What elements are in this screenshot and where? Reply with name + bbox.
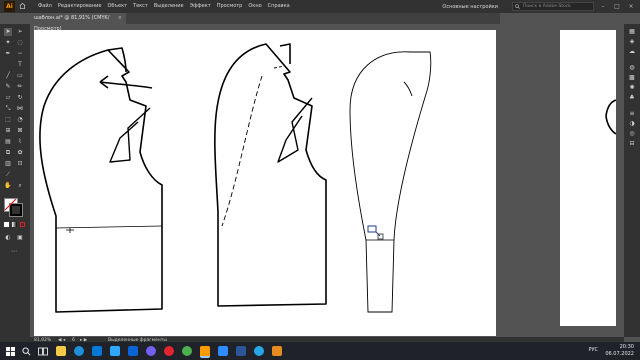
layers-icon[interactable]: ◈ <box>628 38 636 46</box>
language-indicator[interactable]: РУС <box>588 347 598 353</box>
file-explorer-icon[interactable] <box>56 346 66 356</box>
chrome-icon[interactable] <box>182 346 192 356</box>
brushes-icon[interactable]: ✺ <box>628 84 636 92</box>
perspective-grid-icon[interactable]: ⊞ <box>4 127 12 135</box>
pattern-piece-front <box>39 47 163 313</box>
search-icon[interactable] <box>22 347 31 356</box>
tools-panel: ➤ ➢ ✦ ◌ ✒ ∽ T ╱ ▭ ✎ ✏ ▱ ↻ ⤡ ⋈ ⬚ ◔ ⊞ ⊠ ▤ … <box>0 24 30 337</box>
taskbar-clock[interactable]: 20:30 06.07.2022 <box>605 344 634 358</box>
photoshop-icon[interactable] <box>110 346 120 356</box>
artboard[interactable] <box>34 30 496 336</box>
stock-search-input[interactable]: Поиск в Adobe Stock <box>512 2 594 11</box>
stroke-panel-icon[interactable]: ≡ <box>628 110 636 118</box>
viber-icon[interactable] <box>146 346 156 356</box>
tab-close-icon[interactable]: × <box>118 13 122 24</box>
slice-tool-icon[interactable]: ⟋ <box>4 171 12 179</box>
artboard-tool-icon[interactable]: ⊡ <box>16 160 24 168</box>
magic-wand-icon[interactable]: ✦ <box>4 39 12 47</box>
screen-mode-icon[interactable]: ▣ <box>16 234 24 242</box>
pen-tool-icon[interactable]: ✒ <box>4 50 12 58</box>
pattern-piece-partial <box>605 99 616 135</box>
type-tool-icon[interactable]: T <box>16 61 24 69</box>
edit-toolbar-icon[interactable]: ⋯ <box>10 248 18 256</box>
media-icon[interactable] <box>272 346 282 356</box>
paintbrush-icon[interactable]: ✎ <box>4 83 12 91</box>
color-panel-icon[interactable]: ◍ <box>628 64 636 72</box>
mesh-tool-icon[interactable]: ⊠ <box>16 127 24 135</box>
none-mode-icon[interactable] <box>20 222 25 227</box>
collapsed-panels: ▦ ◈ ☁ ◍ ▩ ✺ ♣ ≡ ◑ ◎ ⊟ <box>624 24 640 337</box>
menu-object[interactable]: Объект <box>107 0 127 13</box>
search-placeholder: Поиск в Adobe Stock <box>523 4 571 9</box>
eyedropper-icon[interactable]: ⌇ <box>16 138 24 146</box>
opera-icon[interactable] <box>164 346 174 356</box>
word-icon[interactable] <box>236 346 246 356</box>
width-tool-icon[interactable]: ⋈ <box>16 105 24 113</box>
clock-time: 20:30 <box>619 344 634 350</box>
menu-view[interactable]: Просмотр <box>217 0 243 13</box>
menu-effect[interactable]: Эффект <box>190 0 211 13</box>
draw-mode-icon[interactable]: ◐ <box>4 234 12 242</box>
menu-help[interactable]: Справка <box>268 0 290 13</box>
line-tool-icon[interactable]: ╱ <box>4 72 12 80</box>
home-icon[interactable] <box>19 3 26 9</box>
eraser-icon[interactable]: ▱ <box>4 94 12 102</box>
cursor-scale-icon <box>367 225 384 240</box>
appearance-icon[interactable]: ◎ <box>628 130 636 138</box>
task-view-icon[interactable] <box>38 347 48 356</box>
menu-bar: Ai Файл Редактирование Объект Текст Выде… <box>0 0 640 13</box>
menu-edit[interactable]: Редактирование <box>58 0 102 13</box>
pattern-drawings <box>39 43 432 313</box>
document-tab[interactable]: шаблон.ai* @ 81,91% (CMYK/Просмотр) × <box>30 13 126 32</box>
hand-tool-icon[interactable]: ✋ <box>4 182 12 190</box>
zoom-icon[interactable] <box>218 346 228 356</box>
rectangle-tool-icon[interactable]: ▭ <box>16 72 24 80</box>
graph-tool-icon[interactable]: ▥ <box>4 160 12 168</box>
document-tab-bar: шаблон.ai* @ 81,91% (CMYK/Просмотр) × <box>30 13 500 32</box>
free-transform-icon[interactable]: ⬚ <box>4 116 12 124</box>
search-icon <box>515 4 520 9</box>
pattern-piece-sleeve <box>349 51 432 313</box>
curvature-tool-icon[interactable]: ∽ <box>16 50 24 58</box>
blend-tool-icon[interactable]: ⧉ <box>4 149 12 157</box>
pencil-icon[interactable]: ✏ <box>16 83 24 91</box>
gradient-tool-icon[interactable]: ▤ <box>4 138 12 146</box>
align-icon[interactable]: ⊟ <box>628 140 636 148</box>
pattern-piece-front-variant <box>214 43 327 307</box>
libraries-icon[interactable]: ☁ <box>628 48 636 56</box>
mail-icon[interactable] <box>128 346 138 356</box>
menu-window[interactable]: Окно <box>248 0 261 13</box>
rotate-tool-icon[interactable]: ↻ <box>16 94 24 102</box>
selection-tool-icon[interactable]: ➤ <box>4 28 12 36</box>
artboard-2[interactable] <box>560 30 616 326</box>
swatches-icon[interactable]: ▩ <box>628 74 636 82</box>
none-swatch-icon[interactable] <box>4 198 17 211</box>
lasso-icon[interactable]: ◌ <box>16 39 24 47</box>
gradient-mode-icon[interactable] <box>12 222 17 227</box>
workspace-switcher[interactable]: Основные настройки <box>442 4 498 10</box>
telegram-icon[interactable] <box>254 346 264 356</box>
menu-type[interactable]: Текст <box>133 0 148 13</box>
menu-select[interactable]: Выделение <box>154 0 184 13</box>
windows-taskbar: РУС 20:30 06.07.2022 <box>0 342 640 360</box>
store-icon[interactable] <box>92 346 102 356</box>
clock-date: 06.07.2022 <box>605 351 634 357</box>
close-icon[interactable]: × <box>626 2 636 11</box>
illustrator-icon[interactable] <box>200 346 210 358</box>
transparency-icon[interactable]: ◑ <box>628 120 636 128</box>
scale-tool-icon[interactable]: ⤡ <box>4 105 12 113</box>
symbols-icon[interactable]: ♣ <box>628 94 636 102</box>
edge-icon[interactable] <box>74 346 84 356</box>
color-mode-icon[interactable] <box>4 222 9 227</box>
direct-selection-tool-icon[interactable]: ➢ <box>16 28 24 36</box>
properties-icon[interactable]: ▦ <box>628 28 636 36</box>
minimize-icon[interactable]: – <box>598 2 608 11</box>
symbol-sprayer-icon[interactable]: ✿ <box>16 149 24 157</box>
zoom-tool-icon[interactable]: ⌕ <box>16 182 24 190</box>
maximize-icon[interactable]: □ <box>612 2 622 11</box>
menu-file[interactable]: Файл <box>38 0 52 13</box>
windows-start-icon[interactable] <box>6 347 15 356</box>
shape-builder-icon[interactable]: ◔ <box>16 116 24 124</box>
app-logo[interactable]: Ai <box>4 1 15 12</box>
